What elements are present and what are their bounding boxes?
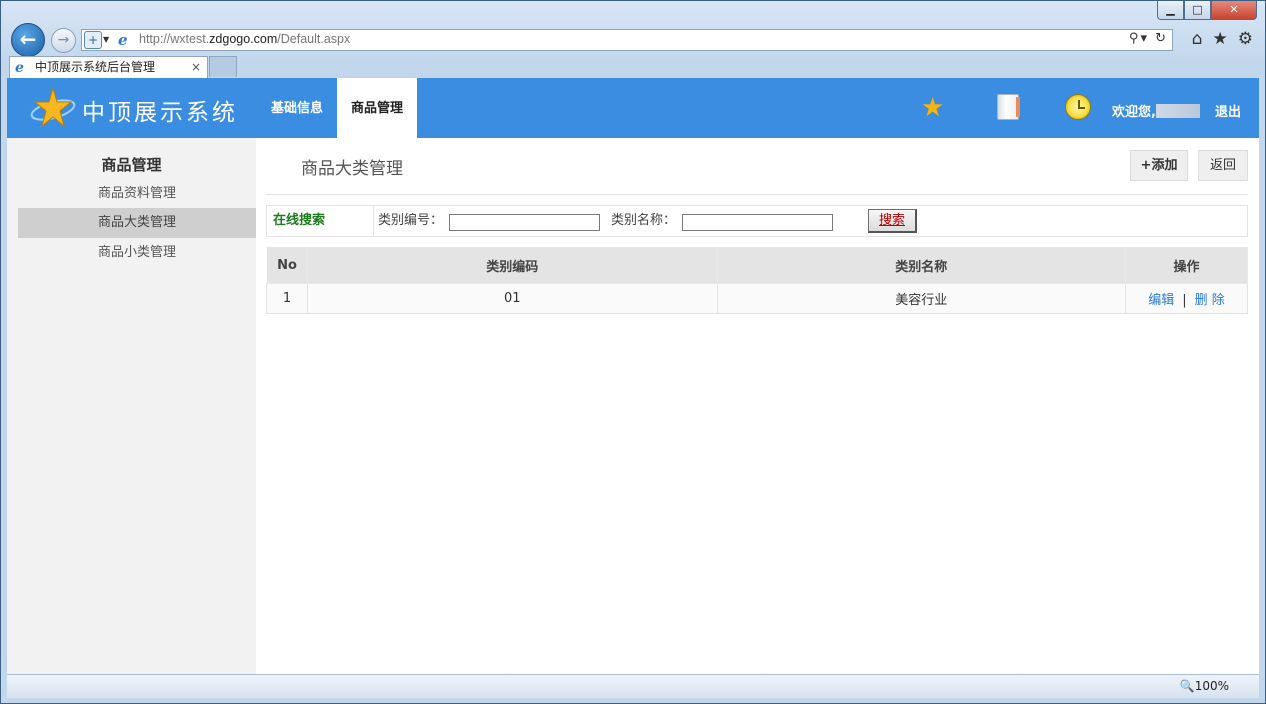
star-icon[interactable]: ★ <box>921 94 944 122</box>
action-separator: | <box>1182 293 1187 308</box>
main-nav: 基础信息 商品管理 <box>257 78 418 138</box>
url-text[interactable]: http://wxtest.zdgogo.com/Default.aspx <box>139 32 350 46</box>
search-button[interactable]: 搜索 <box>868 209 917 233</box>
category-code-input[interactable] <box>449 214 600 231</box>
header-name: 类别名称 <box>716 247 1127 284</box>
cell-actions: 编辑 | 删 除 <box>1125 283 1248 314</box>
welcome-text: 欢迎您, <box>1112 101 1200 120</box>
nav-product-management[interactable]: 商品管理 <box>337 78 418 138</box>
history-clock-icon[interactable] <box>1065 94 1091 120</box>
cell-code: 01 <box>306 283 718 314</box>
search-label: 在线搜索 <box>267 206 374 236</box>
new-tab-button[interactable] <box>209 56 237 77</box>
home-icon[interactable]: ⌂ <box>1192 29 1203 49</box>
back-button[interactable]: ← <box>11 23 45 57</box>
search-refresh-icon[interactable]: ⚲▾ ↻ <box>1129 31 1168 46</box>
cell-name: 美容行业 <box>716 283 1127 314</box>
chevron-down-icon[interactable]: ▼ <box>103 35 109 44</box>
username <box>1155 104 1200 118</box>
toolbar-icons: ⌂ ★ ⚙ <box>1192 29 1253 49</box>
table-header-row: No 类别编码 类别名称 操作 <box>266 247 1248 284</box>
cell-no: 1 <box>266 283 308 314</box>
table-row: 1 01 美容行业 编辑 | 删 除 <box>266 283 1248 314</box>
ie-tab-icon: e <box>15 60 24 76</box>
page-title: 商品大类管理 <box>301 159 403 179</box>
divider <box>266 194 1248 195</box>
add-button[interactable]: +添加 <box>1130 150 1188 181</box>
category-code-label: 类别编号： <box>378 213 444 228</box>
logo-icon <box>30 86 76 128</box>
browser-toolbar: ← → + ▼ e http://wxtest.zdgogo.com/Defau… <box>1 21 1265 57</box>
page-viewport: 中顶展示系统 基础信息 商品管理 ★ 欢迎您, 退出 商品管理 商品资料管理 商… <box>7 78 1259 674</box>
maximize-button[interactable]: □ <box>1184 1 1211 20</box>
zoom-level[interactable]: 🔍100% <box>1180 679 1229 693</box>
header-no: No <box>266 247 308 284</box>
favorites-star-icon[interactable]: ★ <box>1213 29 1228 49</box>
window-controls: ▁ □ ✕ <box>1157 1 1257 20</box>
sidebar-item-product-info[interactable]: 商品资料管理 <box>18 179 256 209</box>
category-table: No 类别编码 类别名称 操作 1 01 美容行业 编辑 | 删 除 <box>266 247 1248 314</box>
forward-button[interactable]: → <box>51 28 76 53</box>
header-actions: 操作 <box>1125 247 1248 284</box>
sidebar-title: 商品管理 <box>101 156 162 174</box>
sidebar-item-category[interactable]: 商品大类管理 <box>18 208 256 238</box>
browser-tab[interactable]: e 中顶展示系统后台管理 × <box>9 56 208 78</box>
back-page-button[interactable]: 返回 <box>1198 150 1248 181</box>
shield-icon[interactable]: + <box>84 31 102 49</box>
status-bar: 🔍100% <box>7 674 1259 698</box>
top-header: 中顶展示系统 基础信息 商品管理 ★ 欢迎您, 退出 <box>7 78 1259 138</box>
logout-link[interactable]: 退出 <box>1215 101 1241 120</box>
sidebar: 商品管理 商品资料管理 商品大类管理 商品小类管理 <box>7 138 256 674</box>
tab-title: 中顶展示系统后台管理 <box>35 60 156 74</box>
brand-title: 中顶展示系统 <box>82 100 238 126</box>
edit-link[interactable]: 编辑 <box>1148 293 1174 308</box>
delete-link[interactable]: 删 除 <box>1195 293 1225 308</box>
category-name-label: 类别名称： <box>611 213 677 228</box>
category-name-input[interactable] <box>682 214 833 231</box>
sidebar-item-subcategory[interactable]: 商品小类管理 <box>18 238 256 268</box>
tab-strip: e 中顶展示系统后台管理 × <box>1 56 1265 78</box>
main-content: 商品大类管理 +添加 返回 在线搜索 类别编号： 类别名称： 搜索 No 类别编… <box>256 138 1259 674</box>
ie-page-icon: e <box>118 31 128 49</box>
close-tab-icon[interactable]: × <box>191 57 201 77</box>
address-bar[interactable]: + ▼ e http://wxtest.zdgogo.com/Default.a… <box>81 29 1173 51</box>
gear-icon[interactable]: ⚙ <box>1238 29 1253 49</box>
close-window-button[interactable]: ✕ <box>1211 1 1257 20</box>
search-panel: 在线搜索 类别编号： 类别名称： 搜索 <box>266 205 1248 237</box>
nav-basic-info[interactable]: 基础信息 <box>257 78 337 138</box>
minimize-button[interactable]: ▁ <box>1157 1 1184 20</box>
header-code: 类别编码 <box>306 247 718 284</box>
notebook-icon[interactable] <box>997 94 1020 120</box>
